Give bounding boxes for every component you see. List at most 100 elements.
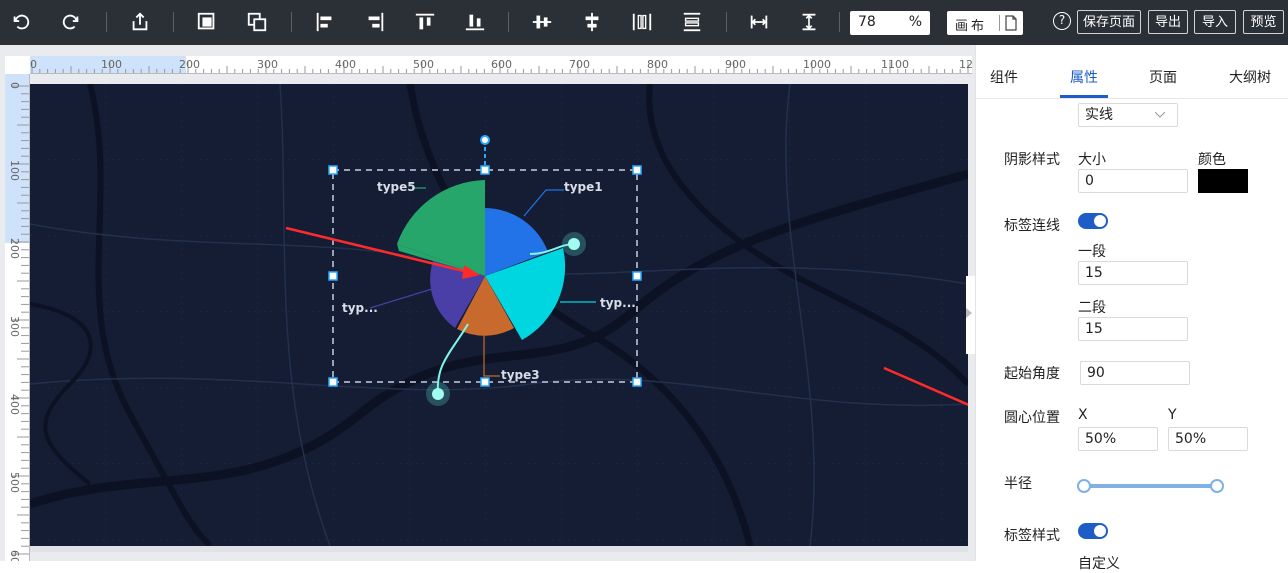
segment1-label: 一段 [1078, 244, 1106, 260]
segment2-input[interactable]: 15 [1078, 317, 1188, 341]
chart-label-type3: type3 [501, 368, 540, 382]
help-icon[interactable]: ? [1053, 12, 1071, 30]
align-top-icon[interactable] [412, 9, 438, 35]
zoom-input[interactable]: 78 % [850, 11, 930, 35]
ruler-label-x: 400 [335, 58, 356, 71]
canvas-button[interactable]: 画布 [947, 11, 1023, 35]
canvas-label: 画布 [955, 19, 988, 34]
ruler-label-x: 600 [491, 58, 512, 71]
shadow-style-label: 阴影样式 [1004, 152, 1060, 168]
zoom-value: 78 [858, 14, 876, 30]
ruler-label-x: 120 [959, 58, 972, 71]
ruler-label-x: 300 [257, 58, 278, 71]
ruler-label-x: 0 [30, 58, 37, 71]
toolbar-divider [173, 12, 174, 32]
chart-label-type4: typ... [342, 301, 378, 315]
undo-icon[interactable] [8, 9, 34, 35]
line-style-select[interactable]: 实线 [1078, 103, 1178, 127]
tab-page[interactable]: 页面 [1149, 67, 1177, 87]
toolbar-divider [839, 12, 840, 32]
map-canvas[interactable]: type5 type1 typ... typ... type3 [30, 84, 968, 546]
export-share-icon[interactable] [127, 9, 153, 35]
center-x-input[interactable]: 50% [1078, 427, 1158, 451]
zoom-unit: % [908, 14, 922, 30]
radius-slider-min-handle[interactable] [1077, 479, 1091, 493]
segment1-input[interactable]: 15 [1078, 261, 1188, 285]
height-fit-icon[interactable] [796, 9, 822, 35]
shadow-color-label: 颜色 [1198, 152, 1226, 168]
toolbar-divider [726, 12, 727, 32]
export-button[interactable]: 导出 [1148, 10, 1188, 34]
rotate-handle [480, 135, 490, 145]
start-angle-label: 起始角度 [1004, 366, 1060, 382]
radius-slider-max-handle[interactable] [1210, 479, 1224, 493]
ruler-corner [5, 56, 30, 74]
tab-properties[interactable]: 属性 [1070, 67, 1098, 87]
active-tab-indicator [1060, 95, 1108, 98]
label-line-toggle[interactable] [1078, 213, 1108, 229]
toolbar-divider [508, 12, 509, 32]
center-position-label: 圆心位置 [1004, 410, 1060, 426]
chart-label-type5: type5 [377, 180, 416, 194]
center-y-input[interactable]: 50% [1168, 427, 1248, 451]
radius-slider-track[interactable] [1084, 484, 1218, 488]
shadow-color-swatch[interactable] [1198, 169, 1248, 193]
center-x-label: X [1078, 407, 1088, 423]
ruler-label-y: 300 [8, 316, 21, 337]
document-icon[interactable] [1005, 15, 1017, 31]
toolbar-divider [106, 12, 107, 32]
ruler-label-y: 0 [8, 82, 21, 89]
label-style-toggle[interactable] [1078, 523, 1108, 539]
ruler-label-x: 1000 [803, 58, 831, 71]
label-line-label: 标签连线 [1004, 218, 1060, 234]
chevron-right-icon [966, 308, 972, 318]
shadow-size-label: 大小 [1078, 152, 1106, 168]
align-bottom-icon[interactable] [462, 9, 488, 35]
save-page-button[interactable]: 保存页面 [1077, 10, 1141, 34]
ruler-label-y: 200 [8, 238, 21, 259]
ruler-label-y: 400 [8, 394, 21, 415]
custom-label: 自定义 [1078, 556, 1120, 572]
center-y-label: Y [1168, 407, 1177, 423]
tab-components[interactable]: 组件 [990, 67, 1018, 87]
ruler-label-y: 100 [8, 160, 21, 181]
ruler-label-x: 800 [647, 58, 668, 71]
ruler-label-y: 600 [8, 550, 21, 561]
ruler-label-x: 1100 [881, 58, 909, 71]
label-style-label: 标签样式 [1004, 528, 1060, 544]
ruler-horizontal: 0 100 200 300 400 500 600 700 800 900 1000 1100 120 [30, 56, 972, 74]
bring-front-icon[interactable] [194, 9, 220, 35]
distribute-vertical-icon[interactable] [679, 9, 705, 35]
ruler-vertical: 0 100 200 300 400 500 600 [5, 74, 30, 561]
line-style-value: 实线 [1085, 107, 1113, 123]
align-vertical-center-icon[interactable] [529, 9, 555, 35]
tab-outline-tree[interactable]: 大纲树 [1229, 67, 1271, 87]
align-right-icon[interactable] [362, 9, 388, 35]
shadow-size-input[interactable]: 0 [1078, 169, 1188, 193]
chevron-down-icon [1155, 112, 1165, 118]
panel-tabs: 组件 属性 页面 大纲树 [976, 45, 1288, 99]
canvas-button-divider [999, 15, 1000, 31]
properties-panel: 组件 属性 页面 大纲树 实线 阴影样式 大小 颜色 0 标签连线 一段 15 … [975, 45, 1288, 572]
width-fit-icon[interactable] [746, 9, 772, 35]
align-left-icon[interactable] [312, 9, 338, 35]
ruler-label-y: 500 [8, 472, 21, 493]
ruler-label-x: 700 [569, 58, 590, 71]
send-back-icon[interactable] [244, 9, 270, 35]
align-horizontal-center-icon[interactable] [579, 9, 605, 35]
radius-label: 半径 [1004, 476, 1032, 492]
preview-button[interactable]: 预览 [1243, 10, 1284, 34]
import-button[interactable]: 导入 [1194, 10, 1236, 34]
start-angle-input[interactable]: 90 [1080, 361, 1190, 385]
distribute-horizontal-icon[interactable] [629, 9, 655, 35]
ruler-label-x: 900 [725, 58, 746, 71]
toolbar-divider [291, 12, 292, 32]
horizontal-scrollbar[interactable] [30, 546, 968, 552]
redo-icon[interactable] [58, 9, 84, 35]
chart-label-type2: typ... [600, 296, 636, 310]
segment2-label: 二段 [1078, 300, 1106, 316]
ruler-label-x: 200 [179, 58, 200, 71]
ruler-label-x: 500 [413, 58, 434, 71]
map-background [30, 84, 968, 546]
chart-label-type1: type1 [564, 180, 603, 194]
